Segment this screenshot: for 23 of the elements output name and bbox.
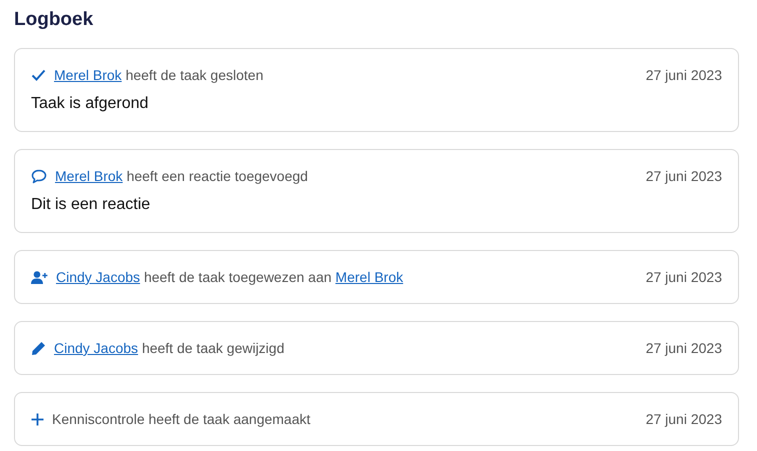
plus-icon (31, 412, 44, 426)
entry-date: 27 juni 2023 (646, 268, 722, 287)
entry-message: Dit is een reactie (31, 195, 152, 215)
pencil-icon (31, 340, 46, 356)
user-link[interactable]: Merel Brok (335, 269, 404, 285)
entry-date: 27 juni 2023 (646, 167, 722, 186)
user-link[interactable]: Cindy Jacobs (56, 269, 140, 285)
activity-text: Cindy Jacobs heeft de taak gewijzigd (54, 339, 286, 358)
entry-message: Taak is afgerond (31, 94, 150, 114)
activity-text: Cindy Jacobs heeft de taak toegewezen aan Merel Brok (56, 268, 404, 287)
entry-date: 27 juni 2023 (646, 66, 722, 85)
activity-text: Kenniscontrole heeft de taak aangemaakt (52, 410, 312, 429)
activity-text: Merel Brok heeft een reactie toegevoegd (55, 167, 309, 186)
check-icon (31, 69, 46, 81)
user-plus-icon (31, 270, 48, 284)
speech-bubble-icon (31, 168, 47, 184)
section-title: Logboek (14, 8, 94, 32)
user-link[interactable]: Merel Brok (54, 67, 122, 83)
user-link[interactable]: Merel Brok (55, 168, 123, 184)
activity-text: Merel Brok heeft de taak gesloten (54, 66, 264, 85)
entry-date: 27 juni 2023 (646, 339, 722, 358)
entry-date: 27 juni 2023 (646, 410, 722, 429)
user-link[interactable]: Cindy Jacobs (54, 340, 138, 356)
